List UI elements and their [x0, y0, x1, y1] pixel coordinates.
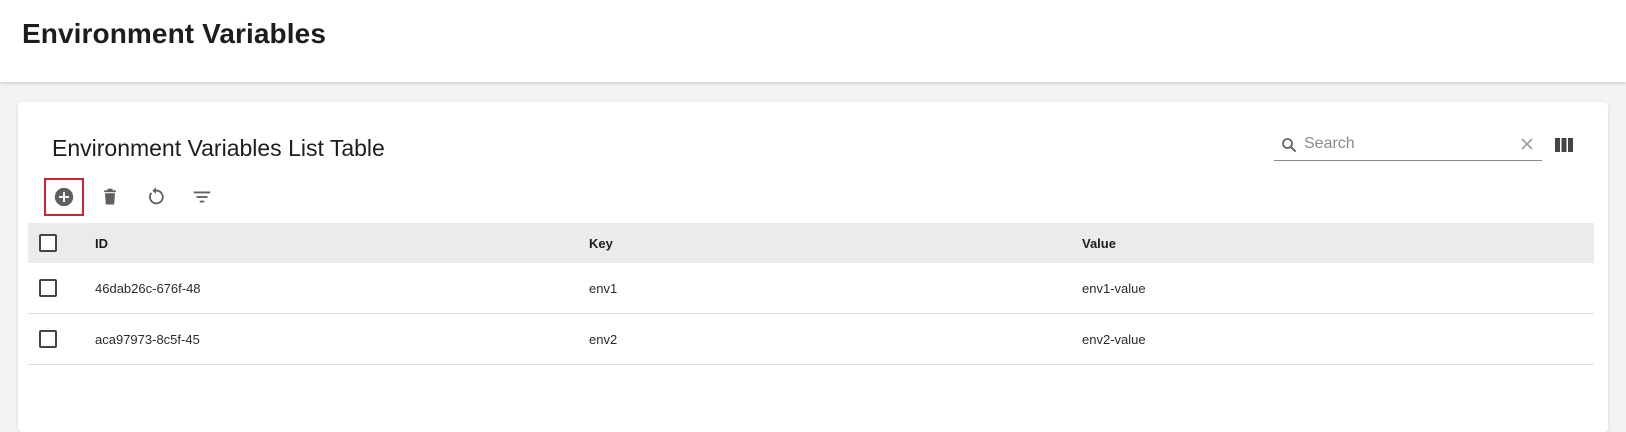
clear-search-icon[interactable]	[1520, 137, 1534, 151]
table-row[interactable]: aca97973-8c5f-45 env2 env2-value	[28, 313, 1594, 365]
refresh-button[interactable]	[136, 178, 176, 216]
view-columns-icon[interactable]	[1554, 136, 1574, 154]
filter-icon	[193, 191, 211, 203]
app-header: Environment Variables	[0, 0, 1626, 82]
cell-id: aca97973-8c5f-45	[95, 313, 589, 365]
cell-key: env2	[589, 313, 1082, 365]
cell-id: 46dab26c-676f-48	[95, 263, 589, 314]
search-box	[1274, 128, 1542, 161]
add-circle-icon	[54, 187, 74, 207]
row-select-cell	[28, 313, 95, 365]
table-row[interactable]: 46dab26c-676f-48 env1 env1-value	[28, 263, 1594, 314]
add-button[interactable]	[44, 178, 84, 216]
search-icon	[1282, 138, 1296, 152]
column-header-key[interactable]: Key	[589, 223, 1082, 263]
select-all-checkbox[interactable]	[39, 234, 57, 252]
search-input[interactable]	[1304, 132, 1504, 156]
row-select-cell	[28, 263, 95, 314]
cell-value: env2-value	[1082, 313, 1594, 365]
table-header-row: ID Key Value	[28, 223, 1594, 263]
cell-key: env1	[589, 263, 1082, 314]
env-variables-table: ID Key Value 46dab26c-676f-48 env1 env1-…	[28, 223, 1594, 365]
column-header-value[interactable]: Value	[1082, 223, 1594, 263]
table-card: Environment Variables List Table Search …	[18, 102, 1608, 432]
cell-value: env1-value	[1082, 263, 1594, 314]
row-checkbox[interactable]	[39, 330, 57, 348]
filter-button[interactable]	[182, 178, 222, 216]
column-header-id[interactable]: ID	[95, 223, 589, 263]
delete-icon	[104, 188, 116, 205]
delete-button[interactable]	[90, 178, 130, 216]
row-checkbox[interactable]	[39, 279, 57, 297]
refresh-icon	[149, 187, 164, 205]
table-title: Environment Variables List Table	[52, 135, 385, 161]
page-title: Environment Variables	[22, 18, 326, 49]
select-all-cell	[28, 223, 95, 263]
